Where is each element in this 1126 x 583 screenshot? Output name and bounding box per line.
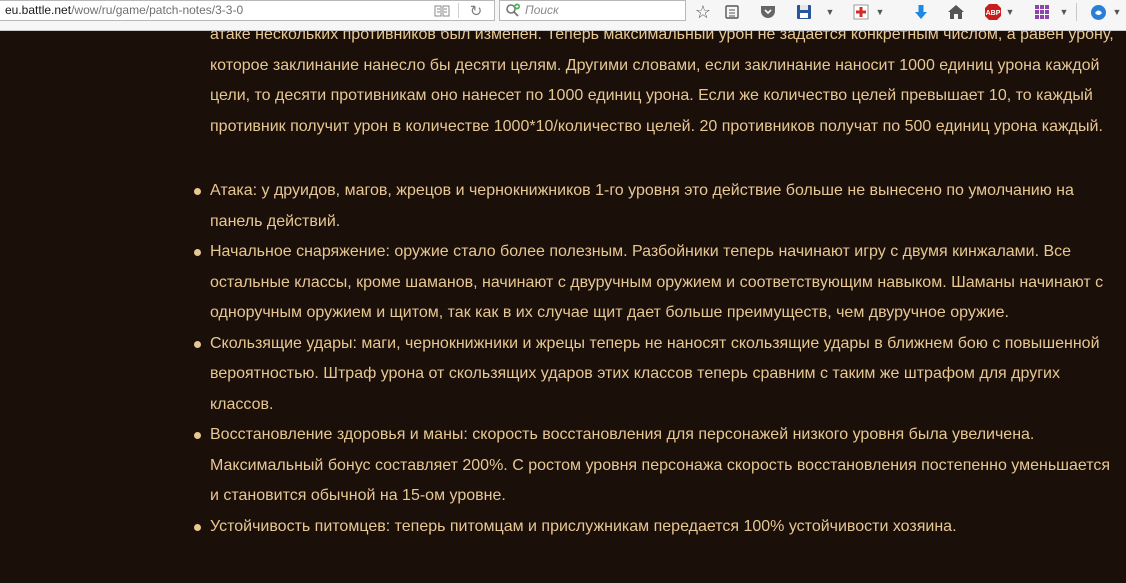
url-text[interactable]: eu.battle.net/wow/ru/game/patch-notes/3-… (5, 3, 243, 17)
intro-paragraph: атаке нескольких противников был изменен… (210, 31, 1114, 135)
add-dropdown-icon[interactable]: ▼ (873, 2, 887, 22)
browser-toolbar: eu.battle.net/wow/ru/game/patch-notes/3-… (0, 0, 1126, 31)
extension-icon[interactable] (1088, 2, 1108, 22)
overflow-menu-icon[interactable]: ▼ (1110, 2, 1124, 22)
search-placeholder: Поиск (525, 3, 559, 17)
bookmark-star-icon[interactable]: ☆ (693, 2, 713, 22)
toolbar-divider (1076, 3, 1079, 21)
list-item-text: Устойчивость питомцев: теперь питомцам и… (210, 517, 957, 535)
bullet-icon (194, 340, 201, 348)
patch-notes-content: атаке нескольких противников был изменен… (0, 31, 1126, 583)
list-item: Устойчивость питомцев: теперь питомцам и… (0, 512, 1120, 543)
bullet-icon (194, 249, 201, 256)
reload-icon[interactable]: ↻ (466, 1, 486, 20)
list-item: Скользящие удары: маги, чернокнижники и … (0, 329, 1120, 421)
list-item: Начальное снаряжение: оружие стало более… (0, 237, 1120, 329)
search-icon (505, 3, 521, 23)
patch-notes-list: Атака: у друидов, магов, жрецов и чернок… (0, 176, 1120, 542)
home-icon[interactable] (946, 2, 966, 22)
url-bar[interactable]: eu.battle.net/wow/ru/game/patch-notes/3-… (0, 0, 495, 21)
save-icon[interactable] (794, 2, 814, 22)
apps-dropdown-icon[interactable]: ▼ (1058, 2, 1070, 22)
url-host: eu.battle.net (5, 3, 72, 17)
pocket-icon[interactable] (758, 2, 778, 22)
url-path: /wow/ru/game/patch-notes/3-3-0 (71, 3, 244, 17)
download-icon[interactable] (911, 2, 931, 22)
list-item-text: Восстановление здоровья и маны: скорость… (210, 426, 1111, 504)
list-item-text: Начальное снаряжение: оружие стало более… (210, 243, 1104, 321)
list-item: Атака: у друидов, магов, жрецов и чернок… (0, 176, 1120, 237)
bullet-icon (194, 188, 201, 195)
list-item-text: Скользящие удары: маги, чернокнижники и … (210, 334, 1100, 413)
adblock-label: ABP (986, 10, 1001, 17)
list-item: Восстановление здоровья и маны: скорость… (0, 420, 1120, 512)
library-icon[interactable] (722, 2, 742, 22)
reader-view-icon[interactable] (432, 1, 452, 20)
add-icon[interactable] (851, 2, 871, 22)
adblock-dropdown-icon[interactable]: ▼ (1004, 2, 1016, 22)
bullet-icon (194, 432, 201, 439)
bullet-icon (194, 523, 201, 531)
adblock-icon[interactable]: ABP (983, 2, 1003, 22)
search-box[interactable]: Поиск (499, 0, 686, 21)
url-divider (458, 3, 461, 18)
apps-grid-icon[interactable] (1032, 2, 1052, 22)
list-item-text: Атака: у друидов, магов, жрецов и чернок… (210, 182, 1074, 230)
save-dropdown-icon[interactable]: ▼ (823, 2, 837, 22)
